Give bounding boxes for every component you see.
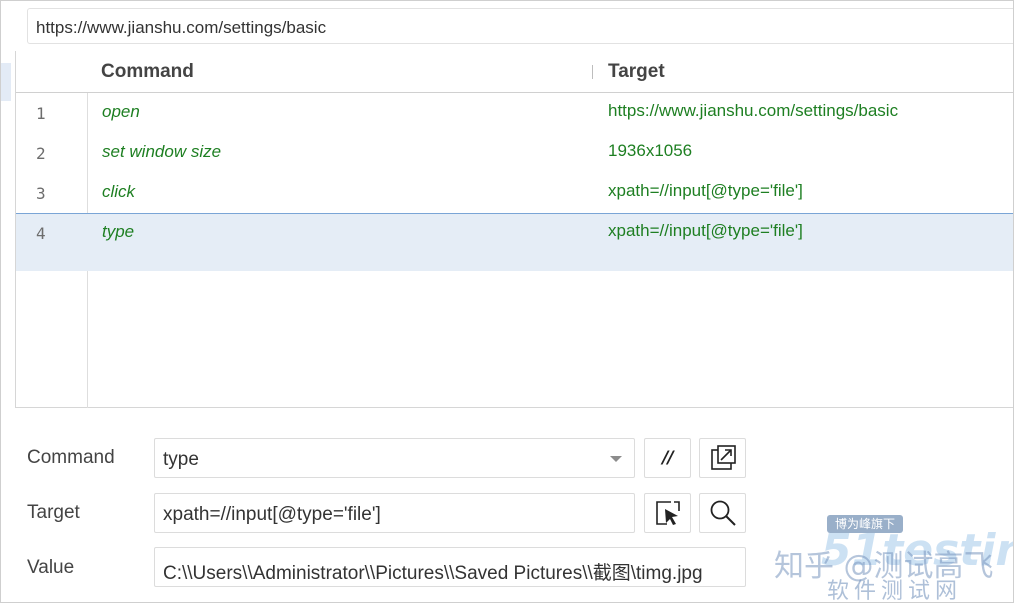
row-target: https://www.jianshu.com/settings/basic xyxy=(608,101,899,120)
find-target-button[interactable] xyxy=(699,493,746,533)
watermark-badge: 博为峰旗下 xyxy=(827,515,903,533)
commands-table: Command Target 1 open https://www.jiansh… xyxy=(15,51,1013,408)
watermark-site: 软件测试网 xyxy=(827,579,963,603)
base-url-text: https://www.jianshu.com/settings/basic xyxy=(36,18,327,37)
row-command: set window size xyxy=(102,142,222,161)
row-target: xpath=//input[@type='file'] xyxy=(608,181,803,200)
table-row[interactable]: 3 click xpath=//input[@type='file'] xyxy=(16,173,1013,213)
comment-toggle-icon: // xyxy=(662,448,673,468)
target-input-value: xpath=//input[@type='file'] xyxy=(163,504,381,525)
target-input[interactable]: xpath=//input[@type='file'] xyxy=(154,493,635,533)
base-url-input[interactable]: https://www.jianshu.com/settings/basic xyxy=(27,8,1013,44)
table-row-selected[interactable]: 4 type xpath=//input[@type='file'] xyxy=(16,213,1013,271)
row-target: xpath=//input[@type='file'] xyxy=(608,221,803,240)
command-label: Command xyxy=(27,447,115,468)
target-label: Target xyxy=(27,502,80,523)
table-row[interactable]: 2 set window size 1936x1056 xyxy=(16,133,1013,173)
select-target-button[interactable] xyxy=(644,493,691,533)
value-input[interactable]: C:\\Users\\Administrator\\Pictures\\Save… xyxy=(154,547,746,587)
toggle-comment-button[interactable]: // xyxy=(644,438,691,478)
row-number: 3 xyxy=(36,184,46,203)
row-number: 4 xyxy=(36,224,46,243)
row-number: 2 xyxy=(36,144,46,163)
left-accent-bar xyxy=(1,63,11,101)
open-in-new-window-icon xyxy=(710,445,736,470)
column-header-command: Command xyxy=(101,61,194,82)
select-target-cursor-icon xyxy=(655,501,680,525)
row-number: 1 xyxy=(36,104,46,123)
row-command: type xyxy=(102,222,135,241)
watermark-author: 知乎 @测试高飞 xyxy=(774,549,994,584)
column-resize-handle[interactable] xyxy=(592,65,593,79)
row-target: 1936x1056 xyxy=(608,141,693,160)
chevron-down-icon[interactable] xyxy=(610,456,622,462)
value-input-value: C:\\Users\\Administrator\\Pictures\\Save… xyxy=(163,563,703,584)
column-header-target: Target xyxy=(608,61,665,82)
row-command: click xyxy=(102,182,136,201)
value-label: Value xyxy=(27,557,75,578)
table-row[interactable]: 1 open https://www.jianshu.com/settings/… xyxy=(16,93,1013,133)
row-command: open xyxy=(102,102,140,121)
command-select[interactable]: type xyxy=(154,438,635,478)
open-reference-button[interactable] xyxy=(699,438,746,478)
command-select-value: type xyxy=(163,449,199,470)
selenium-ide-panel: https://www.jianshu.com/settings/basic C… xyxy=(0,0,1014,603)
magnifier-icon xyxy=(710,500,736,526)
watermark-logo: 51testing xyxy=(821,525,1013,576)
table-header: Command Target xyxy=(16,51,1013,93)
